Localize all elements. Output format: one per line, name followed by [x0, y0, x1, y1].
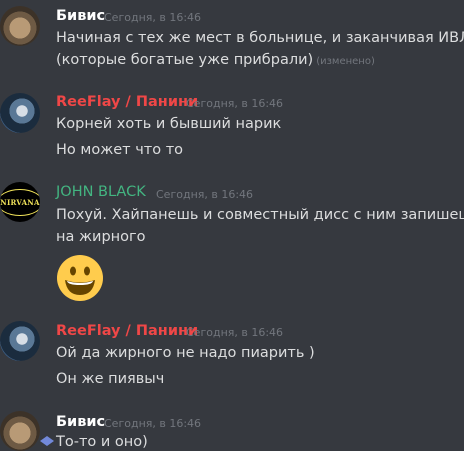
message-text: Корней хоть и бывший нарик	[56, 116, 282, 132]
message-text: Ой да жирного не надо пиарить )	[56, 345, 315, 361]
avatar[interactable]	[0, 411, 40, 451]
edited-label: (изменено)	[316, 56, 375, 67]
timestamp: Сегодня, в 16:46	[186, 97, 284, 110]
badge-icon	[40, 436, 54, 446]
message-text: (которые богатые уже прибрали) (изменено)	[56, 52, 375, 68]
avatar[interactable]	[0, 321, 40, 361]
message-text: Начиная с тех же мест в больнице, и зака…	[56, 30, 464, 46]
timestamp: Сегодня, в 16:46	[156, 188, 254, 201]
timestamp: Сегодня, в 16:46	[186, 326, 284, 339]
username[interactable]: ReeFlay / Панини	[56, 323, 198, 339]
avatar-logo-text: NIRVANA	[0, 188, 40, 216]
grinning-face-icon[interactable]	[56, 254, 104, 302]
message-text: Похуй. Хайпанешь и совместный дисс с ним…	[56, 207, 464, 223]
message-text: Он же пиявыч	[56, 371, 165, 387]
message-text: То-то и оно)	[56, 434, 148, 450]
username[interactable]: Бивис	[56, 414, 105, 430]
timestamp: Сегодня, в 16:46	[104, 11, 202, 24]
avatar[interactable]	[0, 6, 40, 46]
timestamp: Сегодня, в 16:46	[104, 417, 202, 430]
avatar[interactable]	[0, 93, 40, 133]
username[interactable]: JOHN BLACK	[56, 184, 146, 200]
avatar[interactable]: NIRVANA	[0, 182, 40, 222]
message-text: Но может что то	[56, 142, 184, 158]
username[interactable]: ReeFlay / Панини	[56, 94, 198, 110]
username[interactable]: Бивис	[56, 8, 105, 24]
message-text: на жирного	[56, 229, 146, 245]
